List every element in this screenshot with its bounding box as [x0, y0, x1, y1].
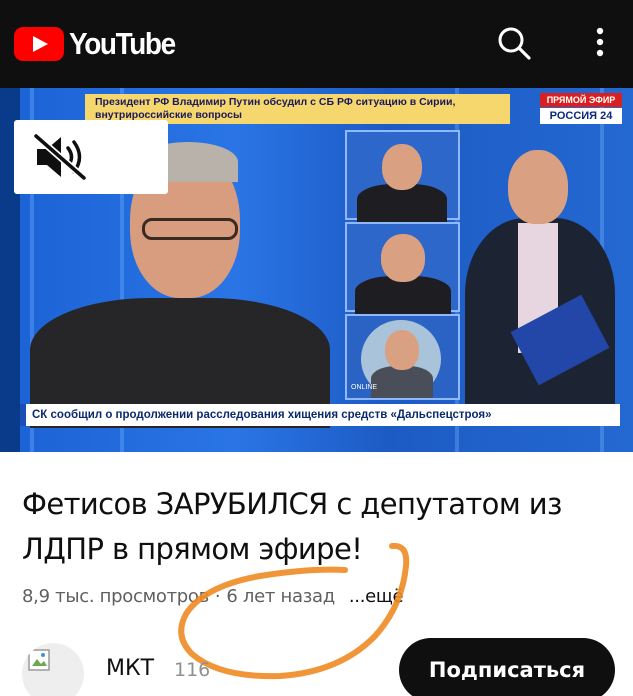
unmute-button[interactable]: [14, 120, 168, 194]
volume-muted-icon: [34, 134, 88, 180]
video-title[interactable]: Фетисов ЗАРУБИЛСЯ с депутатом из ЛДПР в …: [22, 482, 622, 572]
brand-name: YouTube: [69, 26, 176, 61]
broken-image-icon: [28, 649, 50, 671]
search-icon[interactable]: [496, 25, 532, 61]
more-link[interactable]: ...ещё: [349, 586, 404, 607]
video-panel-2: [345, 222, 460, 314]
channel-name[interactable]: МКТ: [106, 656, 154, 681]
video-panel-online: ONLINE: [345, 314, 460, 400]
video-meta[interactable]: 8,9 тыс. просмотров · 6 лет назад ...ещё: [22, 586, 404, 607]
live-badge: ПРЯМОЙ ЭФИР: [540, 93, 622, 107]
upload-age: 6 лет назад: [226, 586, 335, 607]
youtube-play-icon: [14, 27, 64, 61]
view-count: 8,9 тыс. просмотров: [22, 586, 209, 607]
online-label: ONLINE: [351, 384, 378, 391]
top-app-bar: YouTube: [0, 0, 633, 88]
more-vertical-icon[interactable]: [588, 25, 612, 61]
meta-separator: ·: [214, 586, 221, 607]
subscribe-button[interactable]: Подписаться: [399, 638, 615, 696]
tv-channel-badge: РОССИЯ 24: [540, 108, 622, 124]
news-ticker-bottom: СК сообщил о продолжении расследования х…: [20, 404, 620, 426]
youtube-logo[interactable]: YouTube: [14, 26, 187, 62]
subscriber-count: 116: [174, 659, 211, 681]
video-panel-1: [345, 130, 460, 222]
channel-avatar[interactable]: [22, 643, 84, 696]
video-player[interactable]: Президент РФ Владимир Путин обсудил с СБ…: [0, 88, 633, 452]
